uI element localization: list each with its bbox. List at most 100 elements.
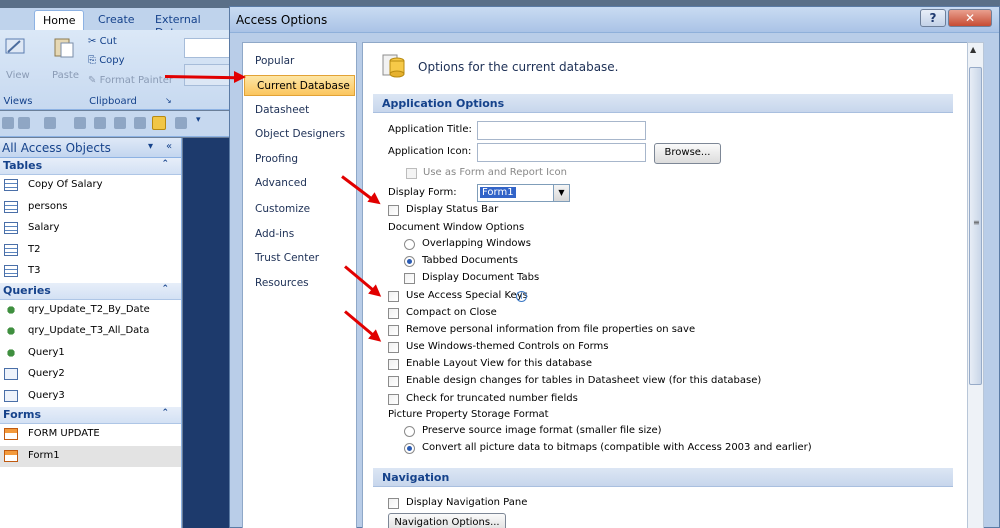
- cut-label: Cut: [99, 36, 117, 47]
- tab-external-data[interactable]: External Data: [147, 10, 235, 39]
- dropdown-arrow-icon[interactable]: ▼: [553, 185, 569, 201]
- font-name-box[interactable]: [184, 38, 234, 58]
- nav-pane-header[interactable]: All Access Objects ▾ «: [0, 138, 181, 158]
- nav-group-queries[interactable]: Queries ⌃: [0, 282, 181, 300]
- nav-item-table[interactable]: persons: [0, 197, 181, 219]
- chevron-up-icon: ⌃: [161, 408, 169, 418]
- nav-item-label: Query1: [28, 346, 65, 358]
- display-form-select[interactable]: Form1 ▼: [477, 184, 570, 202]
- overlapping-windows-radio[interactable]: [404, 239, 415, 250]
- tab-home[interactable]: Home: [34, 10, 85, 30]
- paste-button[interactable]: Paste: [48, 34, 80, 89]
- format-painter-button[interactable]: ✎ Format Painter: [88, 75, 173, 86]
- category-proofing[interactable]: Proofing: [243, 149, 356, 170]
- scroll-thumb[interactable]: ≡: [969, 67, 982, 385]
- category-customize[interactable]: Customize: [243, 199, 356, 220]
- nav-item-form[interactable]: FORM UPDATE: [0, 424, 181, 446]
- display-status-bar-label: Display Status Bar: [406, 204, 499, 215]
- nav-item-table[interactable]: T2: [0, 240, 181, 262]
- collapse-nav-icon[interactable]: «: [166, 141, 172, 152]
- clipboard-group-label: Clipboard: [89, 96, 137, 107]
- category-trust-center[interactable]: Trust Center: [243, 248, 356, 269]
- category-object-designers[interactable]: Object Designers: [243, 124, 356, 145]
- use-as-form-icon-label: Use as Form and Report Icon: [423, 167, 567, 178]
- check-truncated-checkbox[interactable]: [388, 394, 399, 405]
- browse-button[interactable]: Browse...: [654, 143, 721, 164]
- nav-group-forms[interactable]: Forms ⌃: [0, 407, 181, 424]
- convert-bitmaps-radio[interactable]: [404, 443, 415, 454]
- copy-button[interactable]: ⎘ Copy: [88, 55, 125, 66]
- dialog-title-bar[interactable]: Access Options ? ✕: [230, 7, 999, 33]
- clipboard-launcher-icon[interactable]: ↘: [165, 96, 172, 105]
- folder-icon[interactable]: [152, 116, 166, 130]
- nav-item-query[interactable]: qry_Update_T3_All_Data: [0, 321, 181, 343]
- tabbed-documents-radio[interactable]: [404, 256, 415, 267]
- content-scrollbar[interactable]: ▲ ≡: [967, 42, 984, 528]
- update-query-icon: [4, 346, 18, 359]
- nav-group-tables[interactable]: Tables ⌃: [0, 158, 181, 175]
- category-datasheet[interactable]: Datasheet: [243, 100, 356, 121]
- scroll-up-icon[interactable]: ▲: [970, 45, 976, 54]
- nav-item-query[interactable]: Query3: [0, 386, 181, 408]
- section-application-options: Application Options: [373, 94, 953, 113]
- view-button[interactable]: View: [2, 34, 34, 89]
- category-popular[interactable]: Popular: [243, 51, 356, 72]
- display-form-label: Display Form:: [388, 187, 457, 198]
- sort-icon[interactable]: [94, 117, 106, 129]
- nav-item-label: T3: [28, 265, 41, 276]
- nav-item-query[interactable]: Query1: [0, 343, 181, 365]
- navigation-options-button[interactable]: Navigation Options...: [388, 513, 506, 528]
- use-special-keys-checkbox[interactable]: [388, 291, 399, 302]
- nav-pane-title: All Access Objects: [2, 141, 111, 155]
- windows-themed-controls-checkbox[interactable]: [388, 342, 399, 353]
- nav-item-label: Form1: [28, 449, 60, 461]
- nav-item-query[interactable]: qry_Update_T2_By_Date: [0, 300, 181, 322]
- nav-item-table[interactable]: Copy Of Salary: [0, 175, 181, 197]
- scissors-icon: ✂: [88, 36, 100, 47]
- tabbed-documents-label: Tabbed Documents: [422, 255, 518, 266]
- print-icon[interactable]: [175, 117, 187, 129]
- filter-icon[interactable]: [74, 117, 86, 129]
- category-add-ins[interactable]: Add-ins: [243, 224, 356, 245]
- display-nav-pane-label: Display Navigation Pane: [406, 497, 528, 508]
- banner-text: Options for the current database.: [418, 60, 619, 74]
- redo-icon[interactable]: [44, 117, 56, 129]
- nav-item-table[interactable]: T3: [0, 261, 181, 283]
- category-current-database[interactable]: Current Database: [244, 75, 355, 96]
- display-status-bar-checkbox[interactable]: [388, 205, 399, 216]
- remove-personal-info-checkbox[interactable]: [388, 325, 399, 336]
- document-workspace: [183, 138, 231, 528]
- display-nav-pane-checkbox[interactable]: [388, 498, 399, 509]
- help-button[interactable]: ?: [920, 9, 946, 27]
- dialog-title: Access Options: [236, 13, 328, 27]
- refresh-icon[interactable]: [134, 117, 146, 129]
- nav-item-form-selected[interactable]: Form1: [0, 445, 181, 467]
- customize-qat-icon[interactable]: ▾: [196, 115, 204, 127]
- section-navigation: Navigation: [373, 468, 953, 487]
- delete-icon[interactable]: [114, 117, 126, 129]
- cut-button[interactable]: ✂ Cut: [88, 36, 117, 47]
- nav-pane-menu-icon[interactable]: ▾: [148, 141, 153, 152]
- app-title-field[interactable]: [477, 121, 646, 140]
- ribbon-tab-bar: Home Create External Data: [0, 8, 235, 39]
- tab-create[interactable]: Create: [90, 10, 143, 30]
- close-button[interactable]: ✕: [948, 9, 992, 27]
- display-document-tabs-checkbox[interactable]: [404, 273, 415, 284]
- app-icon-field[interactable]: [477, 143, 646, 162]
- options-banner: Options for the current database.: [363, 43, 967, 93]
- save-icon[interactable]: [2, 117, 14, 129]
- views-group-label: Views: [3, 96, 33, 107]
- nav-item-label: T2: [28, 243, 41, 255]
- table-icon: [4, 265, 18, 277]
- office-button-edge[interactable]: [4, 10, 20, 30]
- compact-on-close-checkbox[interactable]: [388, 308, 399, 319]
- enable-design-changes-checkbox[interactable]: [388, 376, 399, 387]
- nav-item-table[interactable]: Salary: [0, 218, 181, 240]
- category-advanced[interactable]: Advanced: [243, 173, 356, 194]
- category-resources[interactable]: Resources: [243, 273, 356, 294]
- undo-icon[interactable]: [18, 117, 30, 129]
- nav-item-query[interactable]: Query2: [0, 364, 181, 386]
- preserve-source-radio[interactable]: [404, 426, 415, 437]
- use-as-form-icon-checkbox[interactable]: [406, 168, 417, 179]
- enable-layout-view-checkbox[interactable]: [388, 359, 399, 370]
